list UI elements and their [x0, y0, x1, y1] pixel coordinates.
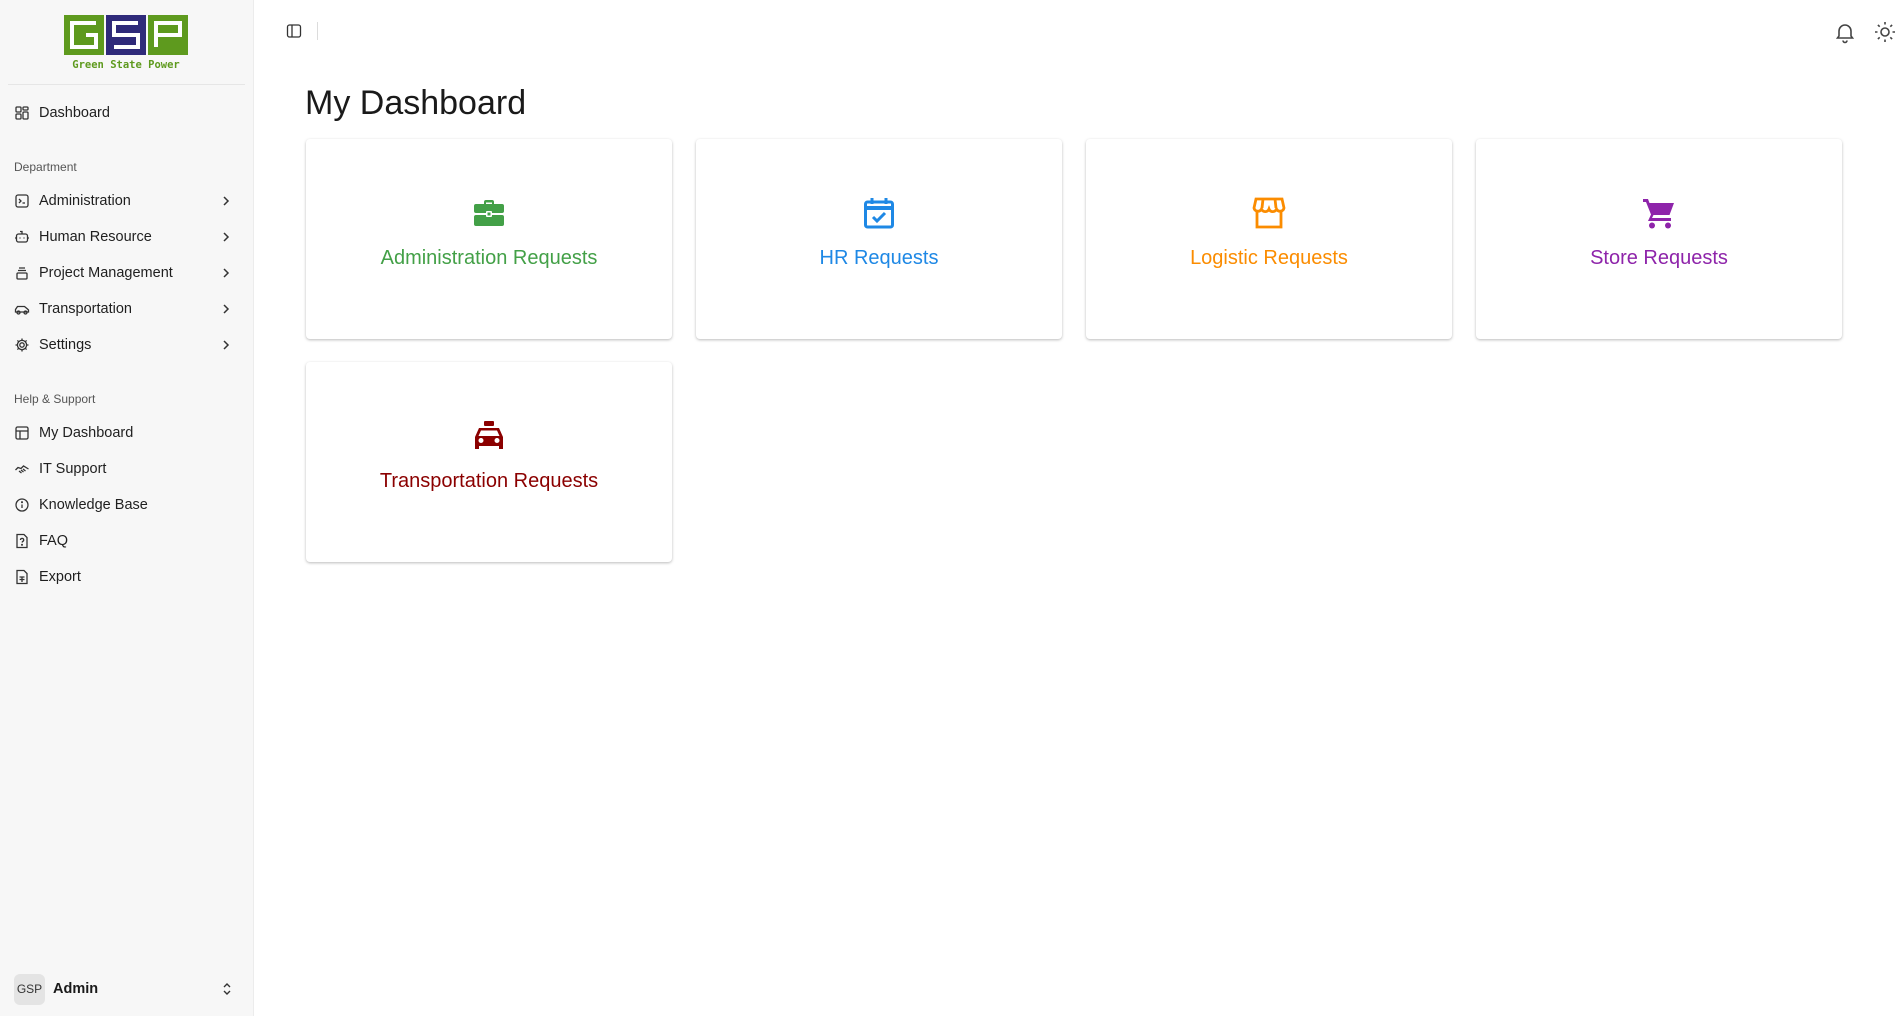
sidebar-nav: Dashboard Department Administration Huma… — [0, 85, 253, 595]
sidebar-item-label: FAQ — [39, 533, 69, 549]
sidebar-item-export[interactable]: Export — [0, 559, 253, 595]
cart-icon — [1641, 195, 1677, 231]
page-title: My Dashboard — [305, 84, 527, 122]
sidebar-item-label: Knowledge Base — [39, 497, 148, 513]
sidebar-item-label: Transportation — [39, 301, 132, 317]
sidebar-item-label: My Dashboard — [39, 425, 134, 441]
sidebar-item-my-dashboard[interactable]: My Dashboard — [0, 415, 253, 451]
sidebar-item-label: Dashboard — [39, 105, 110, 121]
logistic-requests-card[interactable]: Logistic Requests — [1086, 139, 1452, 339]
card-title: Transportation Requests — [379, 470, 599, 492]
card-title: Store Requests — [1590, 247, 1728, 269]
store-requests-card[interactable]: Store Requests — [1476, 139, 1842, 339]
sidebar-item-faq[interactable]: FAQ — [0, 523, 253, 559]
chevrons-up-down-icon — [223, 983, 231, 995]
grid-icon — [14, 105, 30, 121]
info-icon — [14, 497, 30, 513]
top-bar — [254, 0, 1901, 64]
user-menu[interactable]: GSP Admin — [0, 962, 254, 1016]
sidebar-item-administration[interactable]: Administration — [0, 183, 253, 219]
card-title: Logistic Requests — [1190, 247, 1348, 269]
sidebar-item-human-resource[interactable]: Human Resource — [0, 219, 253, 255]
sidebar-item-label: Export — [39, 569, 81, 585]
transportation-requests-card[interactable]: Transportation Requests — [306, 362, 672, 562]
briefcase-icon — [471, 195, 507, 231]
sidebar: Green State Power Dashboard Department A… — [0, 0, 254, 1016]
chevron-right-icon — [223, 232, 230, 242]
bot-icon — [14, 229, 30, 245]
chevron-right-icon — [223, 268, 230, 278]
hr-requests-card[interactable]: HR Requests — [696, 139, 1062, 339]
layers-icon — [14, 265, 30, 281]
sidebar-item-label: Project Management — [39, 265, 173, 281]
car-icon — [14, 301, 30, 317]
sidebar-item-knowledge-base[interactable]: Knowledge Base — [0, 487, 253, 523]
file-question-icon — [14, 533, 30, 549]
sidebar-item-label: Human Resource — [39, 229, 152, 245]
sidebar-toggle-icon[interactable] — [286, 23, 302, 39]
layout-icon — [14, 425, 30, 441]
toolbar-divider — [317, 22, 318, 40]
avatar: GSP — [14, 973, 45, 1005]
terminal-square-icon — [14, 193, 30, 209]
sun-icon[interactable] — [1873, 20, 1897, 44]
sidebar-item-settings[interactable]: Settings — [0, 327, 253, 363]
logo[interactable]: Green State Power — [8, 0, 245, 85]
help-section-label: Help & Support — [14, 392, 96, 406]
sidebar-item-transportation[interactable]: Transportation — [0, 291, 253, 327]
sidebar-item-dashboard[interactable]: Dashboard — [0, 95, 253, 131]
administration-requests-card[interactable]: Administration Requests — [306, 139, 672, 339]
taxi-icon — [471, 418, 507, 454]
card-title: Administration Requests — [380, 247, 598, 269]
user-name: Admin — [53, 981, 99, 997]
calendar-check-icon — [861, 195, 897, 231]
chevron-right-icon — [223, 340, 230, 350]
logo-tagline: Green State Power — [72, 59, 179, 71]
chevron-right-icon — [223, 304, 230, 314]
sidebar-item-it-support[interactable]: IT Support — [0, 451, 253, 487]
store-icon — [1251, 195, 1287, 231]
gear-icon — [14, 337, 30, 353]
sidebar-item-label: Administration — [39, 193, 131, 209]
handshake-icon — [14, 461, 30, 477]
file-spreadsheet-icon — [14, 569, 30, 585]
card-title: HR Requests — [819, 247, 939, 269]
bell-icon[interactable] — [1833, 20, 1857, 44]
sidebar-item-label: Settings — [39, 337, 92, 353]
sidebar-item-label: IT Support — [39, 461, 107, 477]
chevron-right-icon — [223, 196, 230, 206]
department-section-label: Department — [14, 160, 77, 174]
sidebar-item-project-management[interactable]: Project Management — [0, 255, 253, 291]
